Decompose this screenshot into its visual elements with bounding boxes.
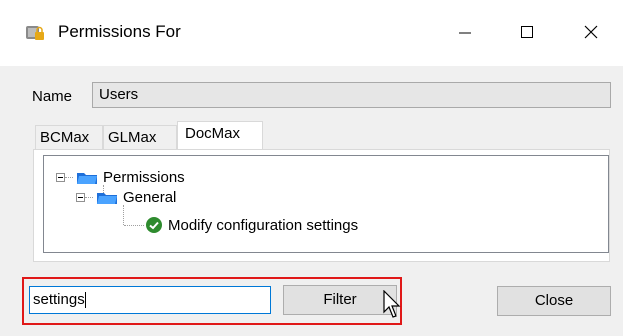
maximize-button[interactable] (505, 12, 549, 52)
tree-node-label: General (123, 188, 177, 206)
filter-input[interactable]: settings (29, 286, 271, 314)
text-caret (84, 292, 86, 309)
tree-node-label: Permissions (103, 168, 185, 186)
tree-node-general[interactable]: General (76, 187, 176, 207)
check-icon (146, 217, 162, 233)
close-button[interactable]: Close (497, 286, 611, 316)
window-title: Permissions For (58, 22, 181, 41)
tree-line (124, 224, 144, 226)
minimize-icon (459, 32, 471, 34)
permissions-tree[interactable]: Permissions General Modify configuration… (43, 155, 609, 253)
filter-input-value: settings (33, 291, 85, 308)
folder-icon (77, 173, 97, 184)
tree-line (65, 176, 73, 178)
tree-node-permissions[interactable]: Permissions (56, 167, 185, 187)
tree-node-label: Modify configuration settings (168, 216, 359, 234)
tab-bcmax[interactable]: BCMax (35, 125, 103, 149)
tree-line (85, 196, 93, 198)
tab-docmax[interactable]: DocMax (177, 121, 263, 149)
title-bar: Permissions For (0, 0, 623, 66)
name-field: Users (92, 82, 611, 108)
tab-glmax[interactable]: GLMax (103, 125, 177, 149)
maximize-icon (521, 26, 533, 38)
lock-app-icon (26, 26, 44, 40)
filter-button[interactable]: Filter (283, 285, 397, 315)
mouse-cursor-icon (383, 290, 401, 318)
name-label: Name (32, 88, 73, 105)
tree-node-modify-configuration[interactable]: Modify configuration settings (124, 215, 358, 235)
collapse-toggle-icon[interactable] (56, 172, 65, 182)
folder-icon (97, 193, 117, 204)
close-icon (584, 25, 598, 39)
collapse-toggle-icon[interactable] (76, 192, 85, 202)
minimize-button[interactable] (443, 12, 487, 52)
window-close-button[interactable] (569, 12, 613, 52)
